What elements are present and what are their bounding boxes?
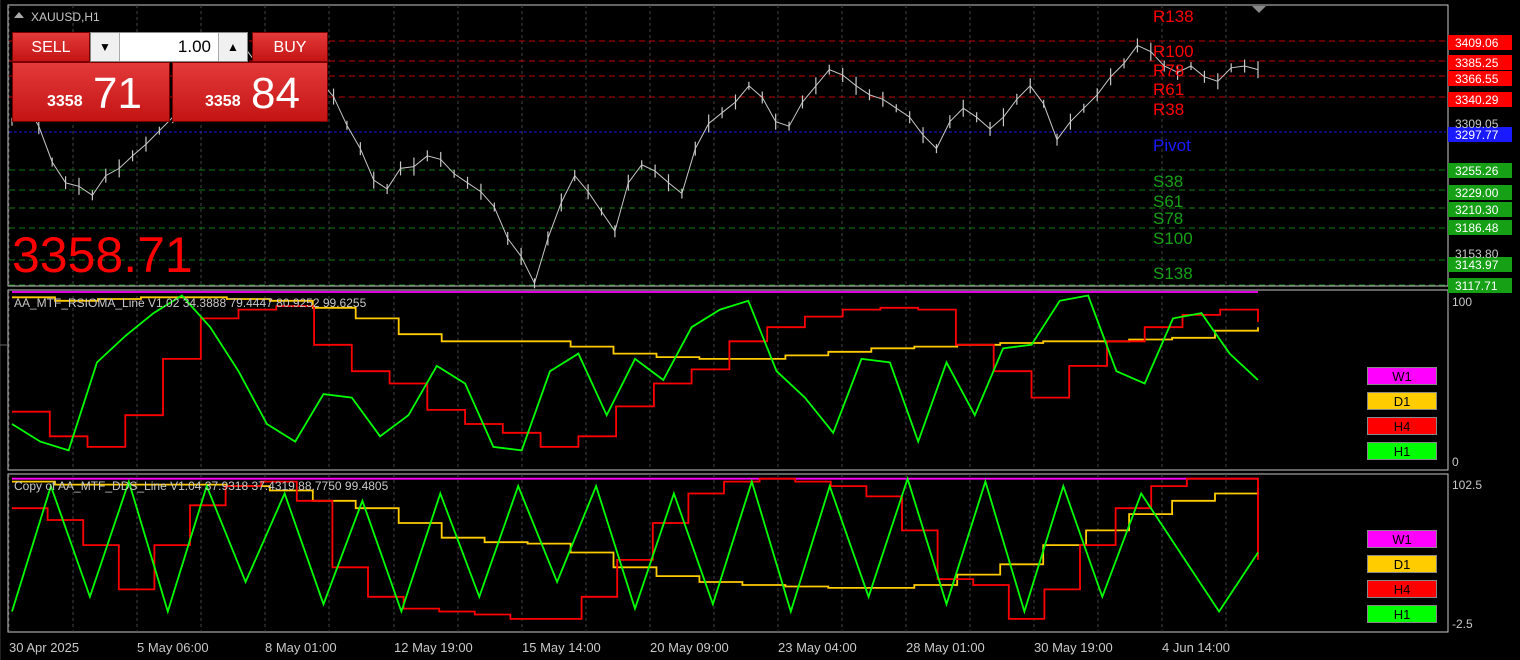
ind1-tf-button-w1[interactable]: W1: [1367, 367, 1437, 385]
buy-price-prefix: 3358: [205, 93, 241, 110]
time-label: 4 Jun 14:00: [1162, 640, 1230, 655]
time-label: 28 May 01:00: [906, 640, 985, 655]
indicator2-label: Copy of AA_MTF_DDS_Line V1.04 37.9318 37…: [14, 479, 389, 493]
ind1-h4-line: [12, 305, 1259, 448]
sell-price-pips: 71: [93, 69, 142, 118]
lot-increase-button[interactable]: ▲: [218, 33, 247, 61]
pivot-value: 3409.06: [1455, 36, 1499, 50]
pivot-value: 3366.55: [1455, 72, 1499, 86]
pivot-label: S138: [1153, 264, 1193, 283]
main-axis-label-1: 3309.05: [1455, 117, 1499, 131]
collapse-arrow-icon[interactable]: [14, 12, 24, 18]
ind2-h4-line: [12, 477, 1259, 620]
indicator2-frame: [7, 473, 1449, 633]
ind2-tf-button-h4[interactable]: H4: [1367, 580, 1437, 598]
indicator1-label: AA_MTF_RSIOMA_Line V1.02 34.3888 79.4447…: [14, 296, 367, 310]
pivot-value: 3210.30: [1455, 203, 1499, 217]
pivot-label: S38: [1153, 172, 1183, 191]
indicator1-series: [11, 291, 1259, 452]
ind1-axis-label-bottom: 0: [1452, 455, 1459, 469]
pivot-label: R78: [1153, 61, 1184, 80]
indicator2-series: [11, 475, 1259, 620]
time-axis: 30 Apr 2025 5 May 06:00 8 May 01:00 12 M…: [9, 640, 1230, 655]
ind2-tf-button-h1[interactable]: H1: [1367, 605, 1437, 623]
pivot-label: R100: [1153, 42, 1194, 61]
pivot-label: R138: [1153, 7, 1194, 26]
time-label: 8 May 01:00: [265, 640, 337, 655]
ind2-tf-button-w1[interactable]: W1: [1367, 530, 1437, 548]
main-axis-label-2: 3153.80: [1455, 247, 1499, 261]
one-click-trading-panel: SELL ▼ 1.00 ▲ BUY 3358 71 3358 84: [12, 32, 328, 122]
pivot-label: R61: [1153, 80, 1184, 99]
time-label: 5 May 06:00: [137, 640, 209, 655]
current-price-display: 3358.71: [12, 227, 193, 283]
sell-price-button[interactable]: 3358 71: [12, 62, 170, 122]
time-label: 23 May 04:00: [778, 640, 857, 655]
pivot-label: Pivot: [1153, 136, 1191, 155]
ind1-h1-line: [11, 294, 1259, 452]
pivot-value: 3385.25: [1455, 56, 1499, 70]
symbol-title: XAUUSD,H1: [31, 10, 100, 24]
time-label: 20 May 09:00: [650, 640, 729, 655]
lot-size-input[interactable]: 1.00: [121, 33, 217, 61]
ind2-axis-label-bottom: -2.5: [1452, 617, 1473, 631]
ind1-tf-button-d1[interactable]: D1: [1367, 392, 1437, 410]
chart-window[interactable]: R138 R100 R78 R61 R38 Pivot S38 S61 S78 S100 S138 …: [0, 0, 1520, 660]
chart-shift-arrow-icon[interactable]: [1252, 6, 1266, 13]
pivot-label: R38: [1153, 100, 1184, 119]
lot-size-stepper[interactable]: ▼ 1.00 ▲: [90, 32, 248, 62]
pivot-value: 3117.71: [1455, 279, 1498, 293]
sell-label: SELL: [31, 39, 71, 56]
buy-label: BUY: [273, 39, 307, 56]
pivot-value: 3229.00: [1455, 186, 1499, 200]
indicator1-frame: [7, 289, 1449, 471]
ind2-axis-label-top: 102.5: [1452, 478, 1482, 492]
time-label: 12 May 19:00: [394, 640, 473, 655]
pivot-label: S78: [1153, 209, 1183, 228]
buy-price-pips: 84: [251, 69, 300, 118]
pivot-value: 3340.29: [1455, 93, 1499, 107]
pivot-value: 3255.26: [1455, 164, 1499, 178]
lot-decrease-button[interactable]: ▼: [91, 33, 120, 61]
pivot-label: S100: [1153, 229, 1193, 248]
buy-button[interactable]: BUY: [252, 32, 328, 62]
sell-button[interactable]: SELL: [12, 32, 90, 62]
ind1-tf-button-h4[interactable]: H4: [1367, 417, 1437, 435]
buy-price-button[interactable]: 3358 84: [172, 62, 328, 122]
time-label: 15 May 14:00: [522, 640, 601, 655]
ind1-axis-label-top: 100: [1452, 295, 1472, 309]
time-label: 30 Apr 2025: [9, 640, 79, 655]
sell-price-prefix: 3358: [47, 93, 83, 110]
pivot-value: 3186.48: [1455, 221, 1499, 235]
ind2-d1-line: [12, 480, 1259, 589]
time-label: 30 May 19:00: [1034, 640, 1113, 655]
ind2-tf-button-d1[interactable]: D1: [1367, 555, 1437, 573]
ind1-tf-button-h1[interactable]: H1: [1367, 442, 1437, 460]
pivot-names: R138R100R78R61R38PivotS38S61S78S100S138: [1153, 7, 1194, 283]
